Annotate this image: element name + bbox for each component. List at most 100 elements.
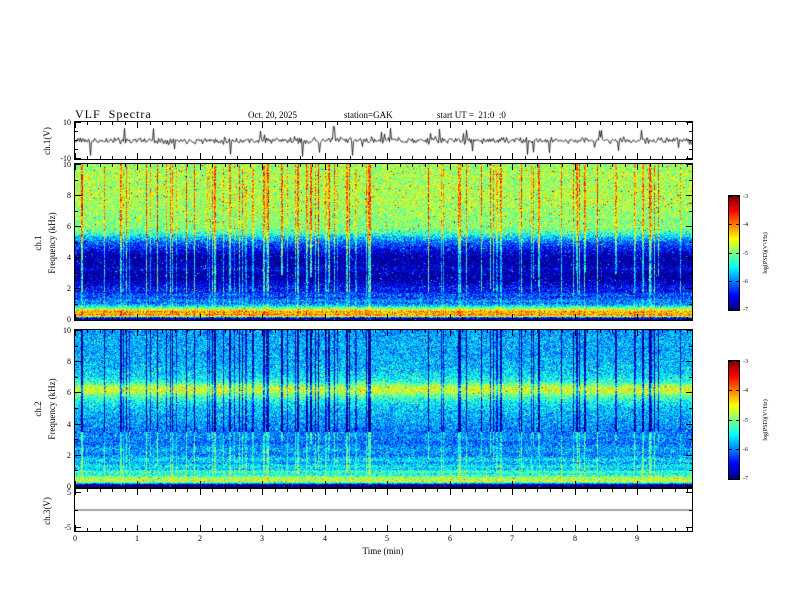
axis-tick <box>250 156 251 159</box>
y-tick-label: 0 <box>67 315 71 324</box>
axis-tick <box>162 330 163 333</box>
axis-tick <box>275 484 276 487</box>
axis-tick <box>125 156 126 159</box>
axis-tick <box>150 528 151 531</box>
axis-tick <box>687 330 688 333</box>
x-tick-label: 9 <box>635 534 639 543</box>
axis-tick <box>325 153 326 159</box>
axis-tick <box>125 330 126 333</box>
axis-tick <box>729 281 732 282</box>
y-tick-label: 6 <box>67 222 71 231</box>
axis-tick <box>400 330 401 333</box>
axis-tick <box>400 528 401 531</box>
axis-tick <box>689 131 692 132</box>
axis-tick <box>689 510 692 511</box>
axis-tick <box>287 489 288 492</box>
axis-tick <box>300 156 301 159</box>
axis-tick <box>237 317 238 320</box>
axis-tick <box>662 164 663 167</box>
axis-tick <box>337 330 338 333</box>
axis-tick <box>212 484 213 487</box>
ch1-waveform-ylabel: ch.1(V) <box>42 127 52 155</box>
axis-tick <box>412 330 413 333</box>
axis-tick <box>687 528 688 531</box>
axis-tick <box>337 122 338 125</box>
axis-tick <box>300 484 301 487</box>
axis-tick <box>87 122 88 125</box>
axis-tick <box>275 156 276 159</box>
axis-tick <box>262 122 263 128</box>
axis-tick <box>437 484 438 487</box>
axis-tick <box>575 525 576 531</box>
axis-tick <box>475 122 476 125</box>
axis-tick <box>400 156 401 159</box>
axis-tick <box>612 528 613 531</box>
axis-tick <box>237 528 238 531</box>
axis-tick <box>512 122 513 128</box>
axis-tick <box>562 156 563 159</box>
axis-tick <box>475 484 476 487</box>
axis-tick <box>175 484 176 487</box>
axis-tick <box>537 528 538 531</box>
axis-tick <box>462 317 463 320</box>
y-tick-label: 10 <box>63 160 71 169</box>
axis-tick <box>550 484 551 487</box>
axis-tick <box>437 156 438 159</box>
axis-tick <box>375 330 376 333</box>
axis-tick <box>425 330 426 333</box>
axis-tick <box>225 330 226 333</box>
ch2-spectrogram-ylabel: ch.2 <box>33 401 43 417</box>
axis-tick <box>125 122 126 125</box>
axis-tick <box>187 489 188 492</box>
axis-tick <box>689 211 692 212</box>
axis-tick <box>689 304 692 305</box>
axis-tick <box>675 330 676 333</box>
axis-tick <box>729 478 732 479</box>
axis-tick <box>125 317 126 320</box>
axis-tick <box>650 164 651 167</box>
axis-tick <box>287 122 288 125</box>
axis-tick <box>75 211 78 212</box>
station-label: station=GAK <box>344 110 393 120</box>
axis-tick <box>75 361 81 362</box>
axis-tick <box>75 288 81 289</box>
axis-tick <box>637 525 638 531</box>
axis-tick <box>412 164 413 167</box>
axis-tick <box>637 481 638 487</box>
axis-tick <box>512 481 513 487</box>
x-tick-label: 5 <box>385 534 389 543</box>
axis-tick <box>736 281 739 282</box>
axis-tick <box>100 484 101 487</box>
axis-tick <box>250 330 251 333</box>
axis-tick <box>137 481 138 487</box>
axis-tick <box>350 317 351 320</box>
axis-tick <box>612 330 613 333</box>
axis-tick <box>112 164 113 167</box>
axis-tick <box>512 314 513 320</box>
axis-tick <box>137 489 138 495</box>
axis-tick <box>212 330 213 333</box>
axis-tick <box>662 156 663 159</box>
axis-tick <box>600 330 601 333</box>
axis-tick <box>75 408 78 409</box>
axis-tick <box>689 439 692 440</box>
axis-tick <box>475 164 476 167</box>
axis-tick <box>650 156 651 159</box>
axis-tick <box>162 489 163 492</box>
axis-tick <box>150 156 151 159</box>
x-tick-label: 6 <box>448 534 452 543</box>
axis-tick <box>75 424 81 425</box>
axis-tick <box>612 156 613 159</box>
axis-tick <box>100 164 101 167</box>
axis-tick <box>686 257 692 258</box>
axis-tick <box>500 317 501 320</box>
axis-tick <box>75 489 76 495</box>
axis-tick <box>450 489 451 495</box>
axis-tick <box>162 528 163 531</box>
axis-tick <box>500 484 501 487</box>
axis-tick <box>662 484 663 487</box>
axis-tick <box>337 317 338 320</box>
axis-tick <box>87 528 88 531</box>
axis-tick <box>625 528 626 531</box>
axis-tick <box>325 525 326 531</box>
